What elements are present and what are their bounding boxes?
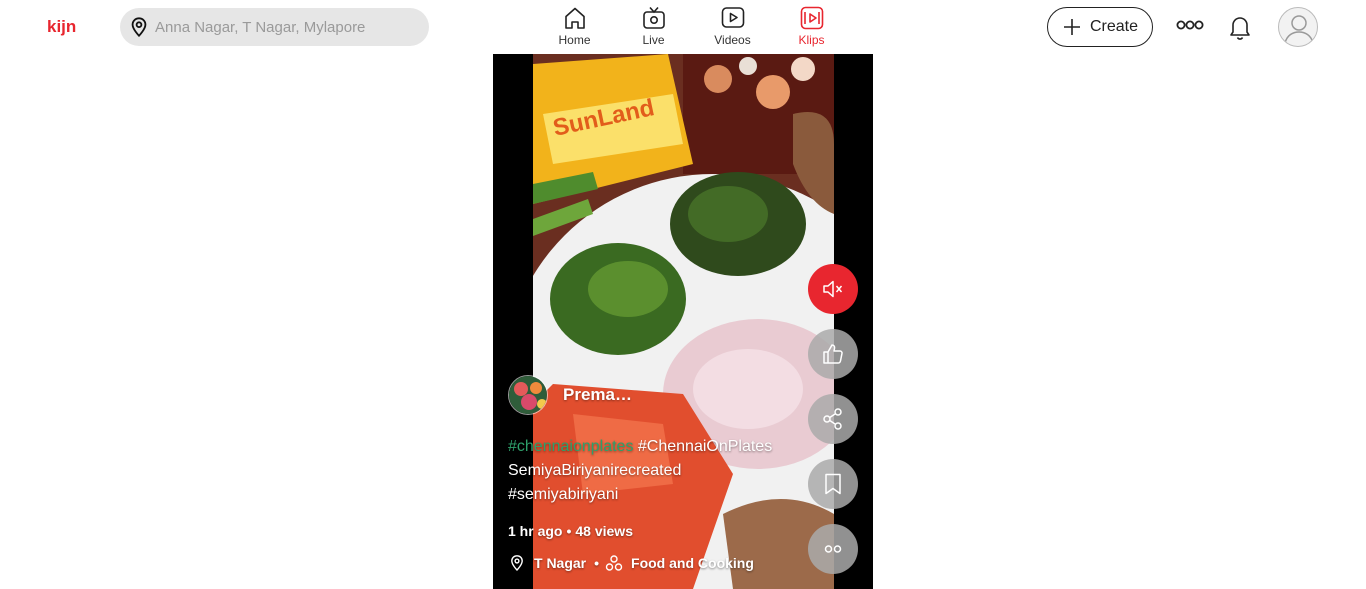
caption-hashtag-link[interactable]: #chennaionplates [508, 438, 633, 455]
kijn-logo[interactable]: kijn [46, 15, 80, 37]
create-button[interactable]: Create [1047, 7, 1153, 47]
bookmark-icon [825, 473, 841, 495]
klip-category[interactable]: Food and Cooking [631, 555, 754, 571]
nav-klips[interactable]: Klips [772, 4, 851, 47]
klip-location[interactable]: T Nagar [534, 555, 586, 571]
location-separator: • [594, 555, 600, 571]
klip-caption: #chennaionplates #ChennaiOnPlates Semiya… [508, 435, 798, 507]
nav-home[interactable]: Home [535, 4, 614, 47]
share-button[interactable] [808, 394, 858, 444]
location-search[interactable] [120, 8, 429, 46]
nav-home-label: Home [558, 33, 591, 47]
share-icon [823, 408, 842, 430]
location-pin-icon [131, 17, 147, 38]
user-icon [1284, 15, 1314, 44]
author-avatar-image [509, 376, 547, 414]
nav-klips-label: Klips [798, 33, 825, 47]
create-button-label: Create [1089, 18, 1139, 35]
caption-hashtag-2[interactable]: #semiyabiriyani [508, 483, 798, 507]
video-frame-image: SunLand [533, 54, 834, 589]
more-icon [824, 545, 842, 553]
svg-text:kijn: kijn [47, 17, 76, 36]
nav-videos[interactable]: Videos [693, 4, 772, 47]
view-count: 48 views [575, 523, 633, 539]
klip-action-rail [808, 264, 858, 589]
more-options-icon[interactable] [1176, 14, 1204, 36]
klip-author[interactable]: Prema… [508, 375, 632, 415]
category-icon [605, 555, 623, 571]
user-avatar[interactable] [1278, 7, 1318, 47]
post-time: 1 hr ago [508, 523, 563, 539]
klip-player[interactable]: SunLand Prema… #chennaionplates #Chennai… [493, 54, 873, 589]
main-nav: Home Live Videos Klips [535, 4, 851, 47]
location-pin-icon [511, 555, 523, 571]
play-icon [721, 7, 744, 28]
meta-separator: • [566, 523, 572, 539]
home-icon [564, 7, 585, 29]
klip-meta: 1 hr ago • 48 views [508, 523, 633, 539]
like-button[interactable] [808, 329, 858, 379]
author-avatar[interactable] [508, 375, 548, 415]
tv-icon [642, 6, 665, 29]
mute-button[interactable] [808, 264, 858, 314]
more-button[interactable] [808, 524, 858, 574]
location-search-input[interactable] [155, 18, 415, 36]
caption-hashtag[interactable]: #ChennaiOnPlates [638, 438, 772, 455]
nav-live[interactable]: Live [614, 4, 693, 47]
caption-text: SemiyaBiriyanirecreated [508, 462, 682, 479]
plus-icon [1063, 19, 1080, 35]
bookmark-button[interactable] [808, 459, 858, 509]
nav-live-label: Live [642, 33, 665, 47]
nav-videos-label: Videos [714, 33, 751, 47]
notifications-bell-icon[interactable] [1226, 12, 1254, 42]
like-icon [823, 344, 843, 364]
kijn-logo-mark: kijn [47, 17, 76, 36]
klip-video[interactable]: SunLand [533, 54, 834, 589]
author-name[interactable]: Prema… [563, 385, 632, 405]
mute-icon [823, 280, 843, 298]
klips-icon [800, 6, 823, 30]
klip-location-row: T Nagar • Food and Cooking [508, 554, 754, 572]
